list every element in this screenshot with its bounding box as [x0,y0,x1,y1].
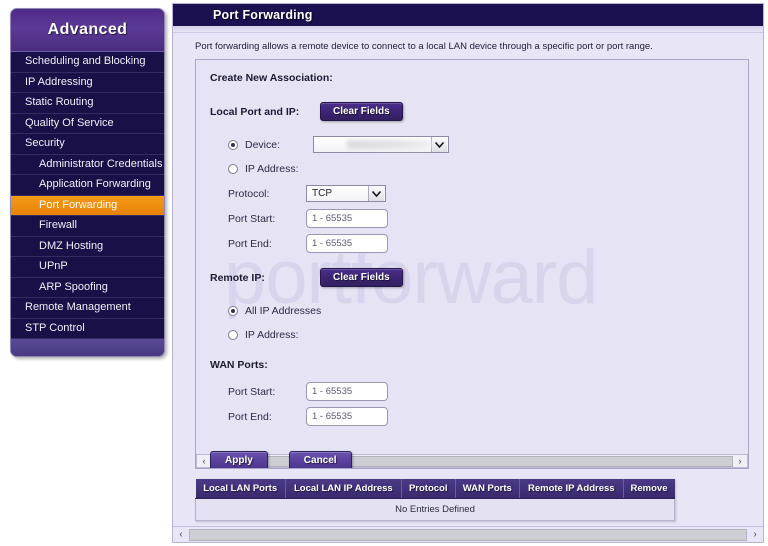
sidebar-item-firewall[interactable]: Firewall [11,216,164,237]
table-header-wan-ports: WAN Ports [455,479,521,500]
remote-ip-group-row: Remote IP: Clear Fields [210,268,748,288]
chevron-down-icon[interactable] [431,137,447,153]
sidebar-item-port-forwarding[interactable]: Port Forwarding [11,195,164,216]
page-title-bar: Port Forwarding [173,4,763,26]
all-ip-addresses-radio[interactable] [228,305,238,316]
device-radio-row[interactable]: Device: [210,134,748,155]
clear-fields-remote-button[interactable]: Clear Fields [320,268,403,288]
page-description: Port forwarding allows a remote device t… [195,41,653,52]
chevron-down-icon[interactable] [368,186,384,202]
wan-port-end-input[interactable] [306,407,388,427]
sidebar-item-list: Scheduling and Blocking IP Addressing Stat… [11,52,164,339]
table-header-remote-ip-address: Remote IP Address [519,479,624,500]
create-association-form: portforward Create New Association: Loca… [195,59,749,470]
protocol-select-value: TCP [312,188,332,200]
all-ip-addresses-radio-row[interactable]: All IP Addresses [210,300,748,321]
form-action-row: Apply Cancel [210,451,748,469]
remote-ip-label: Remote IP: [210,271,265,284]
page-title: Port Forwarding [213,8,313,22]
scroll-left-arrow-icon[interactable]: ‹ [173,528,189,542]
sidebar-item-static-routing[interactable]: Static Routing [11,93,164,114]
sidebar-item-security[interactable]: Security [11,134,164,155]
page-horizontal-scrollbar[interactable]: ‹ › [173,526,763,542]
cancel-button[interactable]: Cancel [288,451,352,469]
sidebar-item-administrator-credentials[interactable]: Administrator Credentials [11,154,164,175]
apply-button[interactable]: Apply [210,451,268,469]
ip-address-radio-row[interactable]: IP Address: [210,158,748,179]
device-radio[interactable] [228,139,238,150]
sidebar-nav: Advanced Scheduling and Blocking IP Addre… [10,8,165,357]
title-underline [173,26,763,33]
table-empty-message: No Entries Defined [195,498,675,522]
wan-ports-label: WAN Ports: [210,359,268,372]
table-row: No Entries Defined [195,498,675,522]
table-header-local-lan-ports: Local LAN Ports [195,479,286,500]
wan-port-end-row: Port End: [210,406,748,427]
local-port-ip-label: Local Port and IP: [210,105,300,118]
all-ip-addresses-label: All IP Addresses [245,304,322,317]
scroll-thumb[interactable] [189,528,747,541]
local-port-start-label: Port Start: [228,212,276,225]
sidebar-item-scheduling-and-blocking[interactable]: Scheduling and Blocking [11,52,164,73]
remote-ip-address-radio[interactable] [228,329,238,340]
form-section-title: Create New Association: [210,72,333,85]
local-port-start-input[interactable] [306,209,388,229]
sidebar-item-upnp[interactable]: UPnP [11,257,164,278]
main-content-panel: Port Forwarding Port forwarding allows a… [172,3,764,543]
sidebar-item-ip-addressing[interactable]: IP Addressing [11,72,164,93]
ip-address-radio-label: IP Address: [245,162,299,175]
local-port-end-input[interactable] [306,234,388,254]
device-select[interactable] [313,136,449,154]
sidebar-item-remote-management[interactable]: Remote Management [11,298,164,319]
sidebar-footer [11,339,164,356]
local-port-end-row: Port End: [210,233,748,254]
local-port-start-row: Port Start: [210,208,748,229]
device-radio-label: Device: [245,138,281,151]
remote-ip-address-radio-row[interactable]: IP Address: [210,324,748,345]
sidebar-item-stp-control[interactable]: STP Control [11,318,164,339]
wan-port-start-row: Port Start: [210,381,748,402]
remote-ip-address-label: IP Address: [245,328,299,341]
wan-ports-group-row: WAN Ports: [210,359,748,371]
protocol-select[interactable]: TCP [306,185,386,203]
table-header-remove: Remove [623,479,675,500]
sidebar-item-arp-spoofing[interactable]: ARP Spoofing [11,277,164,298]
clear-fields-local-button[interactable]: Clear Fields [320,102,403,122]
sidebar-item-quality-of-service[interactable]: Quality Of Service [11,113,164,134]
scroll-right-arrow-icon[interactable]: › [747,528,763,542]
sidebar-item-dmz-hosting[interactable]: DMZ Hosting [11,236,164,257]
wan-port-end-label: Port End: [228,410,272,423]
local-port-end-label: Port End: [228,237,272,250]
table-header-local-lan-ip-address: Local LAN IP Address [285,479,402,500]
wan-port-start-input[interactable] [306,382,388,402]
ip-address-radio[interactable] [228,163,238,174]
sidebar-header: Advanced [11,9,164,52]
protocol-label: Protocol: [228,187,270,200]
device-select-redacted-value [347,140,431,150]
port-forwarding-entries-table: Local LAN Ports Local LAN IP Address Proto… [195,479,675,522]
table-header-row: Local LAN Ports Local LAN IP Address Proto… [195,479,675,500]
table-header-protocol: Protocol [401,479,456,500]
protocol-row: Protocol: TCP [210,183,748,204]
page-body: Port forwarding allows a remote device t… [173,33,763,522]
sidebar-item-application-forwarding[interactable]: Application Forwarding [11,175,164,196]
wan-port-start-label: Port Start: [228,385,276,398]
local-port-ip-group-row: Local Port and IP: Clear Fields [210,102,748,122]
form-inner: Create New Association: Local Port and I… [196,60,748,469]
